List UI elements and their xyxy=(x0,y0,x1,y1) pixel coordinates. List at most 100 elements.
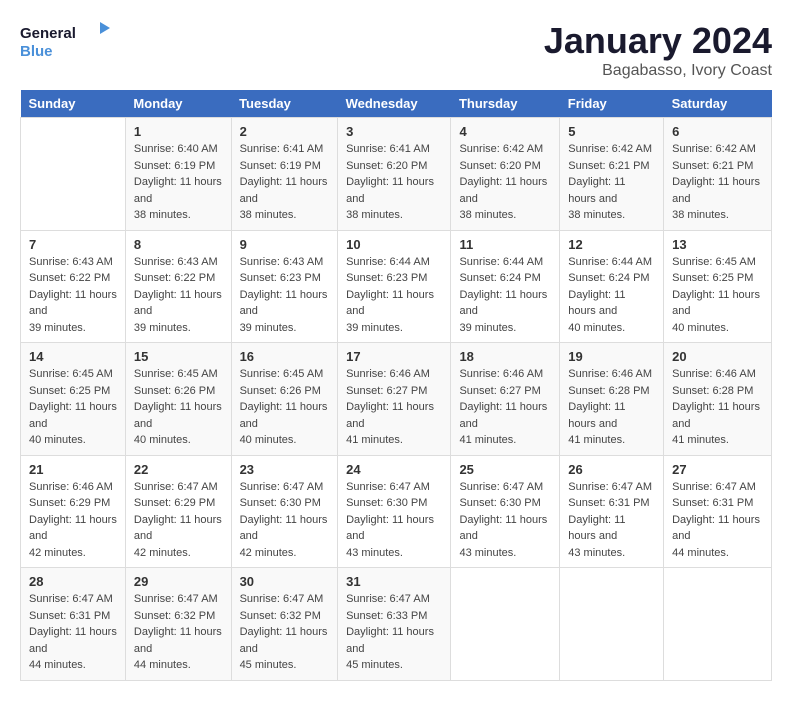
calendar-cell: 9 Sunrise: 6:43 AMSunset: 6:23 PMDayligh… xyxy=(231,230,338,343)
calendar-cell: 27 Sunrise: 6:47 AMSunset: 6:31 PMDaylig… xyxy=(664,455,772,568)
day-number: 2 xyxy=(240,124,330,139)
day-number: 31 xyxy=(346,574,442,589)
subtitle: Bagabasso, Ivory Coast xyxy=(544,62,772,80)
calendar-cell: 6 Sunrise: 6:42 AMSunset: 6:21 PMDayligh… xyxy=(664,118,772,231)
header-row: SundayMondayTuesdayWednesdayThursdayFrid… xyxy=(21,90,772,118)
day-info: Sunrise: 6:46 AMSunset: 6:29 PMDaylight:… xyxy=(29,479,117,562)
calendar-cell: 4 Sunrise: 6:42 AMSunset: 6:20 PMDayligh… xyxy=(451,118,560,231)
logo-svg: General Blue xyxy=(20,20,110,65)
day-info: Sunrise: 6:47 AMSunset: 6:30 PMDaylight:… xyxy=(240,479,330,562)
calendar-cell: 7 Sunrise: 6:43 AMSunset: 6:22 PMDayligh… xyxy=(21,230,126,343)
day-info: Sunrise: 6:47 AMSunset: 6:31 PMDaylight:… xyxy=(672,479,763,562)
day-info: Sunrise: 6:47 AMSunset: 6:29 PMDaylight:… xyxy=(134,479,223,562)
day-info: Sunrise: 6:47 AMSunset: 6:32 PMDaylight:… xyxy=(134,591,223,674)
day-number: 10 xyxy=(346,237,442,252)
day-number: 18 xyxy=(459,349,551,364)
day-info: Sunrise: 6:46 AMSunset: 6:27 PMDaylight:… xyxy=(346,366,442,449)
day-info: Sunrise: 6:47 AMSunset: 6:30 PMDaylight:… xyxy=(346,479,442,562)
day-info: Sunrise: 6:45 AMSunset: 6:26 PMDaylight:… xyxy=(134,366,223,449)
day-number: 29 xyxy=(134,574,223,589)
calendar-cell: 16 Sunrise: 6:45 AMSunset: 6:26 PMDaylig… xyxy=(231,343,338,456)
day-number: 27 xyxy=(672,462,763,477)
column-header-friday: Friday xyxy=(560,90,664,118)
week-row-1: 1 Sunrise: 6:40 AMSunset: 6:19 PMDayligh… xyxy=(21,118,772,231)
calendar-cell: 19 Sunrise: 6:46 AMSunset: 6:28 PMDaylig… xyxy=(560,343,664,456)
calendar-cell: 11 Sunrise: 6:44 AMSunset: 6:24 PMDaylig… xyxy=(451,230,560,343)
day-info: Sunrise: 6:45 AMSunset: 6:26 PMDaylight:… xyxy=(240,366,330,449)
calendar-cell: 31 Sunrise: 6:47 AMSunset: 6:33 PMDaylig… xyxy=(338,568,451,681)
day-number: 5 xyxy=(568,124,655,139)
day-info: Sunrise: 6:47 AMSunset: 6:32 PMDaylight:… xyxy=(240,591,330,674)
day-number: 19 xyxy=(568,349,655,364)
calendar-cell: 17 Sunrise: 6:46 AMSunset: 6:27 PMDaylig… xyxy=(338,343,451,456)
day-number: 9 xyxy=(240,237,330,252)
day-number: 30 xyxy=(240,574,330,589)
day-number: 12 xyxy=(568,237,655,252)
day-number: 8 xyxy=(134,237,223,252)
day-number: 17 xyxy=(346,349,442,364)
week-row-2: 7 Sunrise: 6:43 AMSunset: 6:22 PMDayligh… xyxy=(21,230,772,343)
day-info: Sunrise: 6:42 AMSunset: 6:21 PMDaylight:… xyxy=(568,141,655,224)
calendar-cell: 22 Sunrise: 6:47 AMSunset: 6:29 PMDaylig… xyxy=(125,455,231,568)
calendar-cell: 3 Sunrise: 6:41 AMSunset: 6:20 PMDayligh… xyxy=(338,118,451,231)
day-info: Sunrise: 6:46 AMSunset: 6:27 PMDaylight:… xyxy=(459,366,551,449)
day-number: 6 xyxy=(672,124,763,139)
day-number: 16 xyxy=(240,349,330,364)
day-number: 1 xyxy=(134,124,223,139)
week-row-5: 28 Sunrise: 6:47 AMSunset: 6:31 PMDaylig… xyxy=(21,568,772,681)
day-number: 15 xyxy=(134,349,223,364)
day-number: 11 xyxy=(459,237,551,252)
day-number: 3 xyxy=(346,124,442,139)
title-area: January 2024 Bagabasso, Ivory Coast xyxy=(544,20,772,80)
day-info: Sunrise: 6:44 AMSunset: 6:23 PMDaylight:… xyxy=(346,254,442,337)
calendar-table: SundayMondayTuesdayWednesdayThursdayFrid… xyxy=(20,90,772,681)
calendar-cell: 20 Sunrise: 6:46 AMSunset: 6:28 PMDaylig… xyxy=(664,343,772,456)
day-number: 13 xyxy=(672,237,763,252)
calendar-cell: 23 Sunrise: 6:47 AMSunset: 6:30 PMDaylig… xyxy=(231,455,338,568)
day-number: 20 xyxy=(672,349,763,364)
calendar-cell: 14 Sunrise: 6:45 AMSunset: 6:25 PMDaylig… xyxy=(21,343,126,456)
calendar-cell xyxy=(664,568,772,681)
column-header-tuesday: Tuesday xyxy=(231,90,338,118)
column-header-thursday: Thursday xyxy=(451,90,560,118)
calendar-cell: 24 Sunrise: 6:47 AMSunset: 6:30 PMDaylig… xyxy=(338,455,451,568)
day-info: Sunrise: 6:43 AMSunset: 6:23 PMDaylight:… xyxy=(240,254,330,337)
calendar-cell: 18 Sunrise: 6:46 AMSunset: 6:27 PMDaylig… xyxy=(451,343,560,456)
column-header-monday: Monday xyxy=(125,90,231,118)
calendar-cell: 30 Sunrise: 6:47 AMSunset: 6:32 PMDaylig… xyxy=(231,568,338,681)
day-info: Sunrise: 6:42 AMSunset: 6:21 PMDaylight:… xyxy=(672,141,763,224)
day-number: 28 xyxy=(29,574,117,589)
calendar-cell xyxy=(451,568,560,681)
calendar-cell: 15 Sunrise: 6:45 AMSunset: 6:26 PMDaylig… xyxy=(125,343,231,456)
day-info: Sunrise: 6:47 AMSunset: 6:31 PMDaylight:… xyxy=(568,479,655,562)
calendar-cell: 26 Sunrise: 6:47 AMSunset: 6:31 PMDaylig… xyxy=(560,455,664,568)
calendar-cell: 5 Sunrise: 6:42 AMSunset: 6:21 PMDayligh… xyxy=(560,118,664,231)
day-info: Sunrise: 6:47 AMSunset: 6:30 PMDaylight:… xyxy=(459,479,551,562)
day-info: Sunrise: 6:41 AMSunset: 6:20 PMDaylight:… xyxy=(346,141,442,224)
day-info: Sunrise: 6:44 AMSunset: 6:24 PMDaylight:… xyxy=(459,254,551,337)
week-row-3: 14 Sunrise: 6:45 AMSunset: 6:25 PMDaylig… xyxy=(21,343,772,456)
day-number: 23 xyxy=(240,462,330,477)
day-number: 7 xyxy=(29,237,117,252)
day-info: Sunrise: 6:45 AMSunset: 6:25 PMDaylight:… xyxy=(29,366,117,449)
day-info: Sunrise: 6:40 AMSunset: 6:19 PMDaylight:… xyxy=(134,141,223,224)
calendar-cell: 25 Sunrise: 6:47 AMSunset: 6:30 PMDaylig… xyxy=(451,455,560,568)
day-number: 22 xyxy=(134,462,223,477)
day-number: 21 xyxy=(29,462,117,477)
day-number: 25 xyxy=(459,462,551,477)
day-number: 26 xyxy=(568,462,655,477)
day-info: Sunrise: 6:46 AMSunset: 6:28 PMDaylight:… xyxy=(672,366,763,449)
calendar-cell: 28 Sunrise: 6:47 AMSunset: 6:31 PMDaylig… xyxy=(21,568,126,681)
week-row-4: 21 Sunrise: 6:46 AMSunset: 6:29 PMDaylig… xyxy=(21,455,772,568)
day-info: Sunrise: 6:43 AMSunset: 6:22 PMDaylight:… xyxy=(29,254,117,337)
day-info: Sunrise: 6:46 AMSunset: 6:28 PMDaylight:… xyxy=(568,366,655,449)
calendar-cell: 21 Sunrise: 6:46 AMSunset: 6:29 PMDaylig… xyxy=(21,455,126,568)
day-number: 24 xyxy=(346,462,442,477)
logo: General Blue xyxy=(20,20,110,65)
day-info: Sunrise: 6:44 AMSunset: 6:24 PMDaylight:… xyxy=(568,254,655,337)
day-info: Sunrise: 6:47 AMSunset: 6:33 PMDaylight:… xyxy=(346,591,442,674)
day-info: Sunrise: 6:43 AMSunset: 6:22 PMDaylight:… xyxy=(134,254,223,337)
day-number: 14 xyxy=(29,349,117,364)
day-info: Sunrise: 6:41 AMSunset: 6:19 PMDaylight:… xyxy=(240,141,330,224)
calendar-cell: 12 Sunrise: 6:44 AMSunset: 6:24 PMDaylig… xyxy=(560,230,664,343)
